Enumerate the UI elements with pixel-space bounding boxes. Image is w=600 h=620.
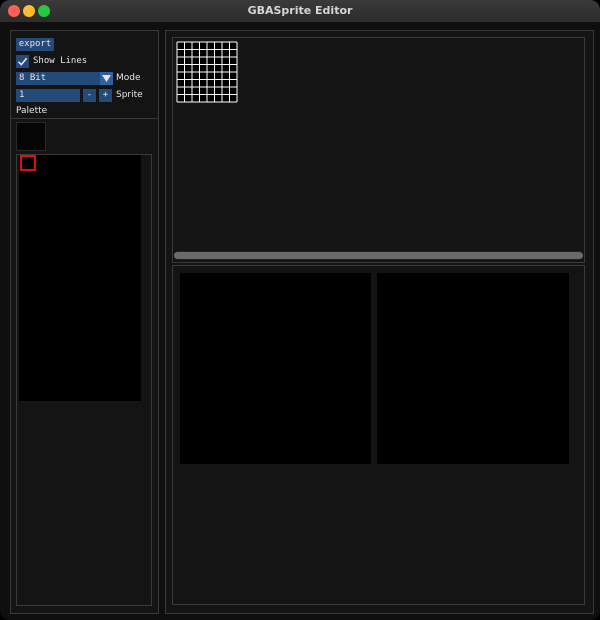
show-lines-label: Show Lines — [33, 56, 88, 66]
sprite-number-value: 1 — [19, 90, 25, 100]
current-color-swatch[interactable] — [16, 122, 46, 151]
controls-panel: export Show Lines 8 Bit Mode 1 - + Sprit… — [10, 30, 159, 614]
preview-canvas-right — [377, 273, 569, 464]
sprite-decrement-button[interactable]: - — [83, 89, 96, 102]
window-title: GBASprite Editor — [247, 4, 353, 17]
preview-area — [172, 265, 585, 605]
preview-canvas-left — [180, 273, 371, 464]
mode-select-value: 8 Bit — [19, 73, 47, 83]
show-lines-checkbox[interactable] — [16, 55, 29, 68]
sprite-pixel-grid[interactable] — [176, 41, 238, 103]
section-divider — [11, 118, 158, 119]
app-window: GBASprite Editor export Show Lines 8 Bit… — [0, 0, 600, 620]
scrollbar-thumb[interactable] — [174, 252, 583, 259]
check-icon — [17, 57, 28, 66]
palette-selected-cell[interactable] — [20, 155, 36, 171]
export-button[interactable]: export — [16, 38, 54, 51]
horizontal-scrollbar[interactable] — [174, 251, 583, 260]
sprite-canvas-area — [172, 37, 585, 263]
mode-label: Mode — [116, 73, 141, 83]
triangle-down-icon[interactable] — [100, 72, 113, 85]
editor-panel — [165, 30, 594, 614]
sprite-increment-button[interactable]: + — [99, 89, 112, 102]
sprite-number-input[interactable]: 1 — [16, 89, 80, 102]
mode-select[interactable]: 8 Bit — [16, 72, 113, 85]
palette-label: Palette — [16, 106, 48, 116]
sprite-label: Sprite — [116, 90, 143, 100]
title-bar: GBASprite Editor — [0, 0, 600, 23]
palette-area — [16, 154, 152, 606]
palette-grid[interactable] — [19, 155, 141, 401]
